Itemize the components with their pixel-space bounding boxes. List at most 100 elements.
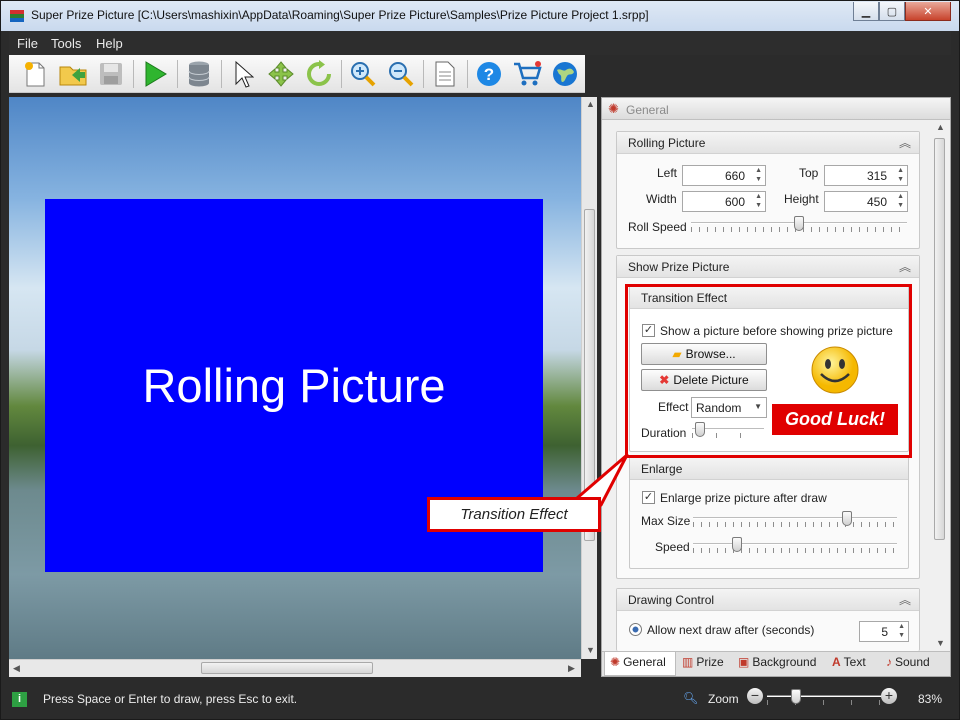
canvas-horizontal-scrollbar[interactable]: ◀ ▶ <box>9 659 581 677</box>
scroll-up-icon[interactable]: ▲ <box>586 99 595 109</box>
app-window: Super Prize Picture [C:\Users\mashixin\A… <box>0 0 960 720</box>
database-icon <box>188 61 210 87</box>
zoom-in-button[interactable] <box>347 58 379 90</box>
scroll-right-icon[interactable]: ▶ <box>568 663 575 674</box>
pointer-button[interactable] <box>227 58 259 90</box>
group-header[interactable]: Drawing Control ︽ <box>617 589 919 611</box>
width-spinbox[interactable]: 600 ▲ ▼ <box>682 191 766 212</box>
group-header[interactable]: Rolling Picture ︽ <box>617 132 919 154</box>
scroll-up-icon[interactable]: ▲ <box>936 122 945 132</box>
tab-prize[interactable]: ▥ Prize <box>682 655 724 669</box>
collapse-icon[interactable]: ︽ <box>899 258 911 275</box>
panel-scrollbar[interactable]: ▲ ▼ <box>932 122 948 650</box>
move-button[interactable] <box>265 58 297 90</box>
allow-next-draw-radio[interactable] <box>629 623 642 636</box>
panel-header: ✺ General <box>602 98 950 120</box>
tab-background[interactable]: ▣ Background <box>738 655 816 669</box>
save-button[interactable] <box>95 58 127 90</box>
enlarge-group: Enlarge ✓ Enlarge prize picture after dr… <box>629 457 909 569</box>
menu-help[interactable]: Help <box>96 36 123 51</box>
toolbar: ? <box>9 55 585 93</box>
allow-next-draw-label: Allow next draw after (seconds) <box>647 623 815 637</box>
slider-thumb[interactable] <box>794 216 804 231</box>
rolling-picture-group: Rolling Picture ︽ Left 660 ▲ ▼ Top 315 ▲ ▼ W… <box>616 131 920 249</box>
roll-speed-label: Roll Speed <box>628 220 687 234</box>
seconds-value: 5 <box>881 625 888 639</box>
top-label: Top <box>799 166 819 180</box>
max-size-label: Max Size <box>641 514 691 528</box>
globe-button[interactable] <box>549 58 581 90</box>
zoom-label: Zoom <box>708 692 739 706</box>
top-spinbox[interactable]: 315 ▲ ▼ <box>824 165 908 186</box>
close-button[interactable]: ✕ <box>905 2 951 21</box>
help-button[interactable]: ? <box>473 58 505 90</box>
zoom-value: 83% <box>918 692 943 706</box>
slider-thumb[interactable] <box>791 689 801 704</box>
maximize-button[interactable]: ▢ <box>879 2 905 21</box>
open-button[interactable] <box>57 58 89 90</box>
rotate-button[interactable] <box>303 58 335 90</box>
scroll-down-icon[interactable]: ▼ <box>586 645 595 655</box>
height-value: 450 <box>866 195 887 209</box>
collapse-icon[interactable]: ︽ <box>899 134 911 151</box>
group-title: Rolling Picture <box>628 136 706 150</box>
new-button[interactable] <box>19 58 51 90</box>
collapse-icon[interactable]: ︽ <box>899 591 911 608</box>
zoom-slider[interactable] <box>767 689 881 707</box>
left-spinbox[interactable]: 660 ▲ ▼ <box>682 165 766 186</box>
spin-arrows-icon[interactable]: ▲ ▼ <box>897 166 904 184</box>
database-button[interactable] <box>183 58 215 90</box>
canvas-vertical-scrollbar[interactable]: ▲ ▼ <box>581 97 597 659</box>
speed-label: Speed <box>655 540 690 554</box>
window-title: Super Prize Picture [C:\Users\mashixin\A… <box>31 8 649 22</box>
scroll-down-icon[interactable]: ▼ <box>936 638 945 648</box>
minimize-button[interactable]: ▁ <box>853 2 879 21</box>
svg-text:?: ? <box>484 65 494 84</box>
page-icon <box>435 61 455 87</box>
app-logo-icon <box>10 10 24 22</box>
play-button[interactable] <box>139 58 171 90</box>
group-title: Show Prize Picture <box>628 260 730 274</box>
cart-button[interactable] <box>511 58 543 90</box>
title-bar: Super Prize Picture [C:\Users\mashixin\A… <box>1 1 959 31</box>
drawing-control-group: Drawing Control ︽ Allow next draw after … <box>616 588 920 651</box>
slider-thumb[interactable] <box>842 511 852 526</box>
zoom-out-button[interactable] <box>385 58 417 90</box>
transition-effect-callout: Transition Effect <box>427 497 601 532</box>
menu-file[interactable]: File <box>17 36 38 51</box>
preview-canvas[interactable]: Rolling Picture <box>9 97 581 659</box>
height-spinbox[interactable]: 450 ▲ ▼ <box>824 191 908 212</box>
zoom-in-button[interactable]: + <box>881 688 897 704</box>
spin-arrows-icon[interactable]: ▲ ▼ <box>755 166 762 184</box>
page-button[interactable] <box>429 58 461 90</box>
spin-arrows-icon[interactable]: ▲ ▼ <box>897 192 904 210</box>
tab-general[interactable]: ✺ General <box>610 655 666 669</box>
scroll-left-icon[interactable]: ◀ <box>13 663 20 674</box>
menu-tools[interactable]: Tools <box>51 36 81 51</box>
rotate-icon <box>307 60 331 86</box>
width-label: Width <box>646 192 677 206</box>
help-icon: ? <box>477 62 501 86</box>
gear-icon: ✺ <box>608 101 619 116</box>
zoom-out-icon <box>389 62 414 87</box>
spin-arrows-icon[interactable]: ▲ ▼ <box>898 622 905 640</box>
text-icon: A <box>832 655 841 669</box>
music-note-icon: ♪ <box>886 655 892 669</box>
slider-thumb[interactable] <box>732 537 742 552</box>
pointer-icon <box>235 60 254 88</box>
spin-arrows-icon[interactable]: ▲ ▼ <box>755 192 762 210</box>
roll-speed-slider[interactable] <box>691 216 907 234</box>
group-header[interactable]: Show Prize Picture ︽ <box>617 256 919 278</box>
seconds-spinbox[interactable]: 5 ▲ ▼ <box>859 621 909 642</box>
minus-icon: − <box>750 687 760 703</box>
enlarge-speed-slider[interactable] <box>693 537 897 555</box>
left-label: Left <box>657 166 678 180</box>
panel-scroll-thumb[interactable] <box>934 138 945 540</box>
image-icon: ▣ <box>738 655 750 669</box>
enlarge-label: Enlarge prize picture after draw <box>660 491 827 505</box>
hscroll-thumb[interactable] <box>201 662 373 674</box>
max-size-slider[interactable] <box>693 511 897 529</box>
tab-sound[interactable]: ♪ Sound <box>886 655 930 669</box>
zoom-out-button[interactable]: − <box>747 688 763 704</box>
tab-text[interactable]: A Text <box>832 655 866 669</box>
